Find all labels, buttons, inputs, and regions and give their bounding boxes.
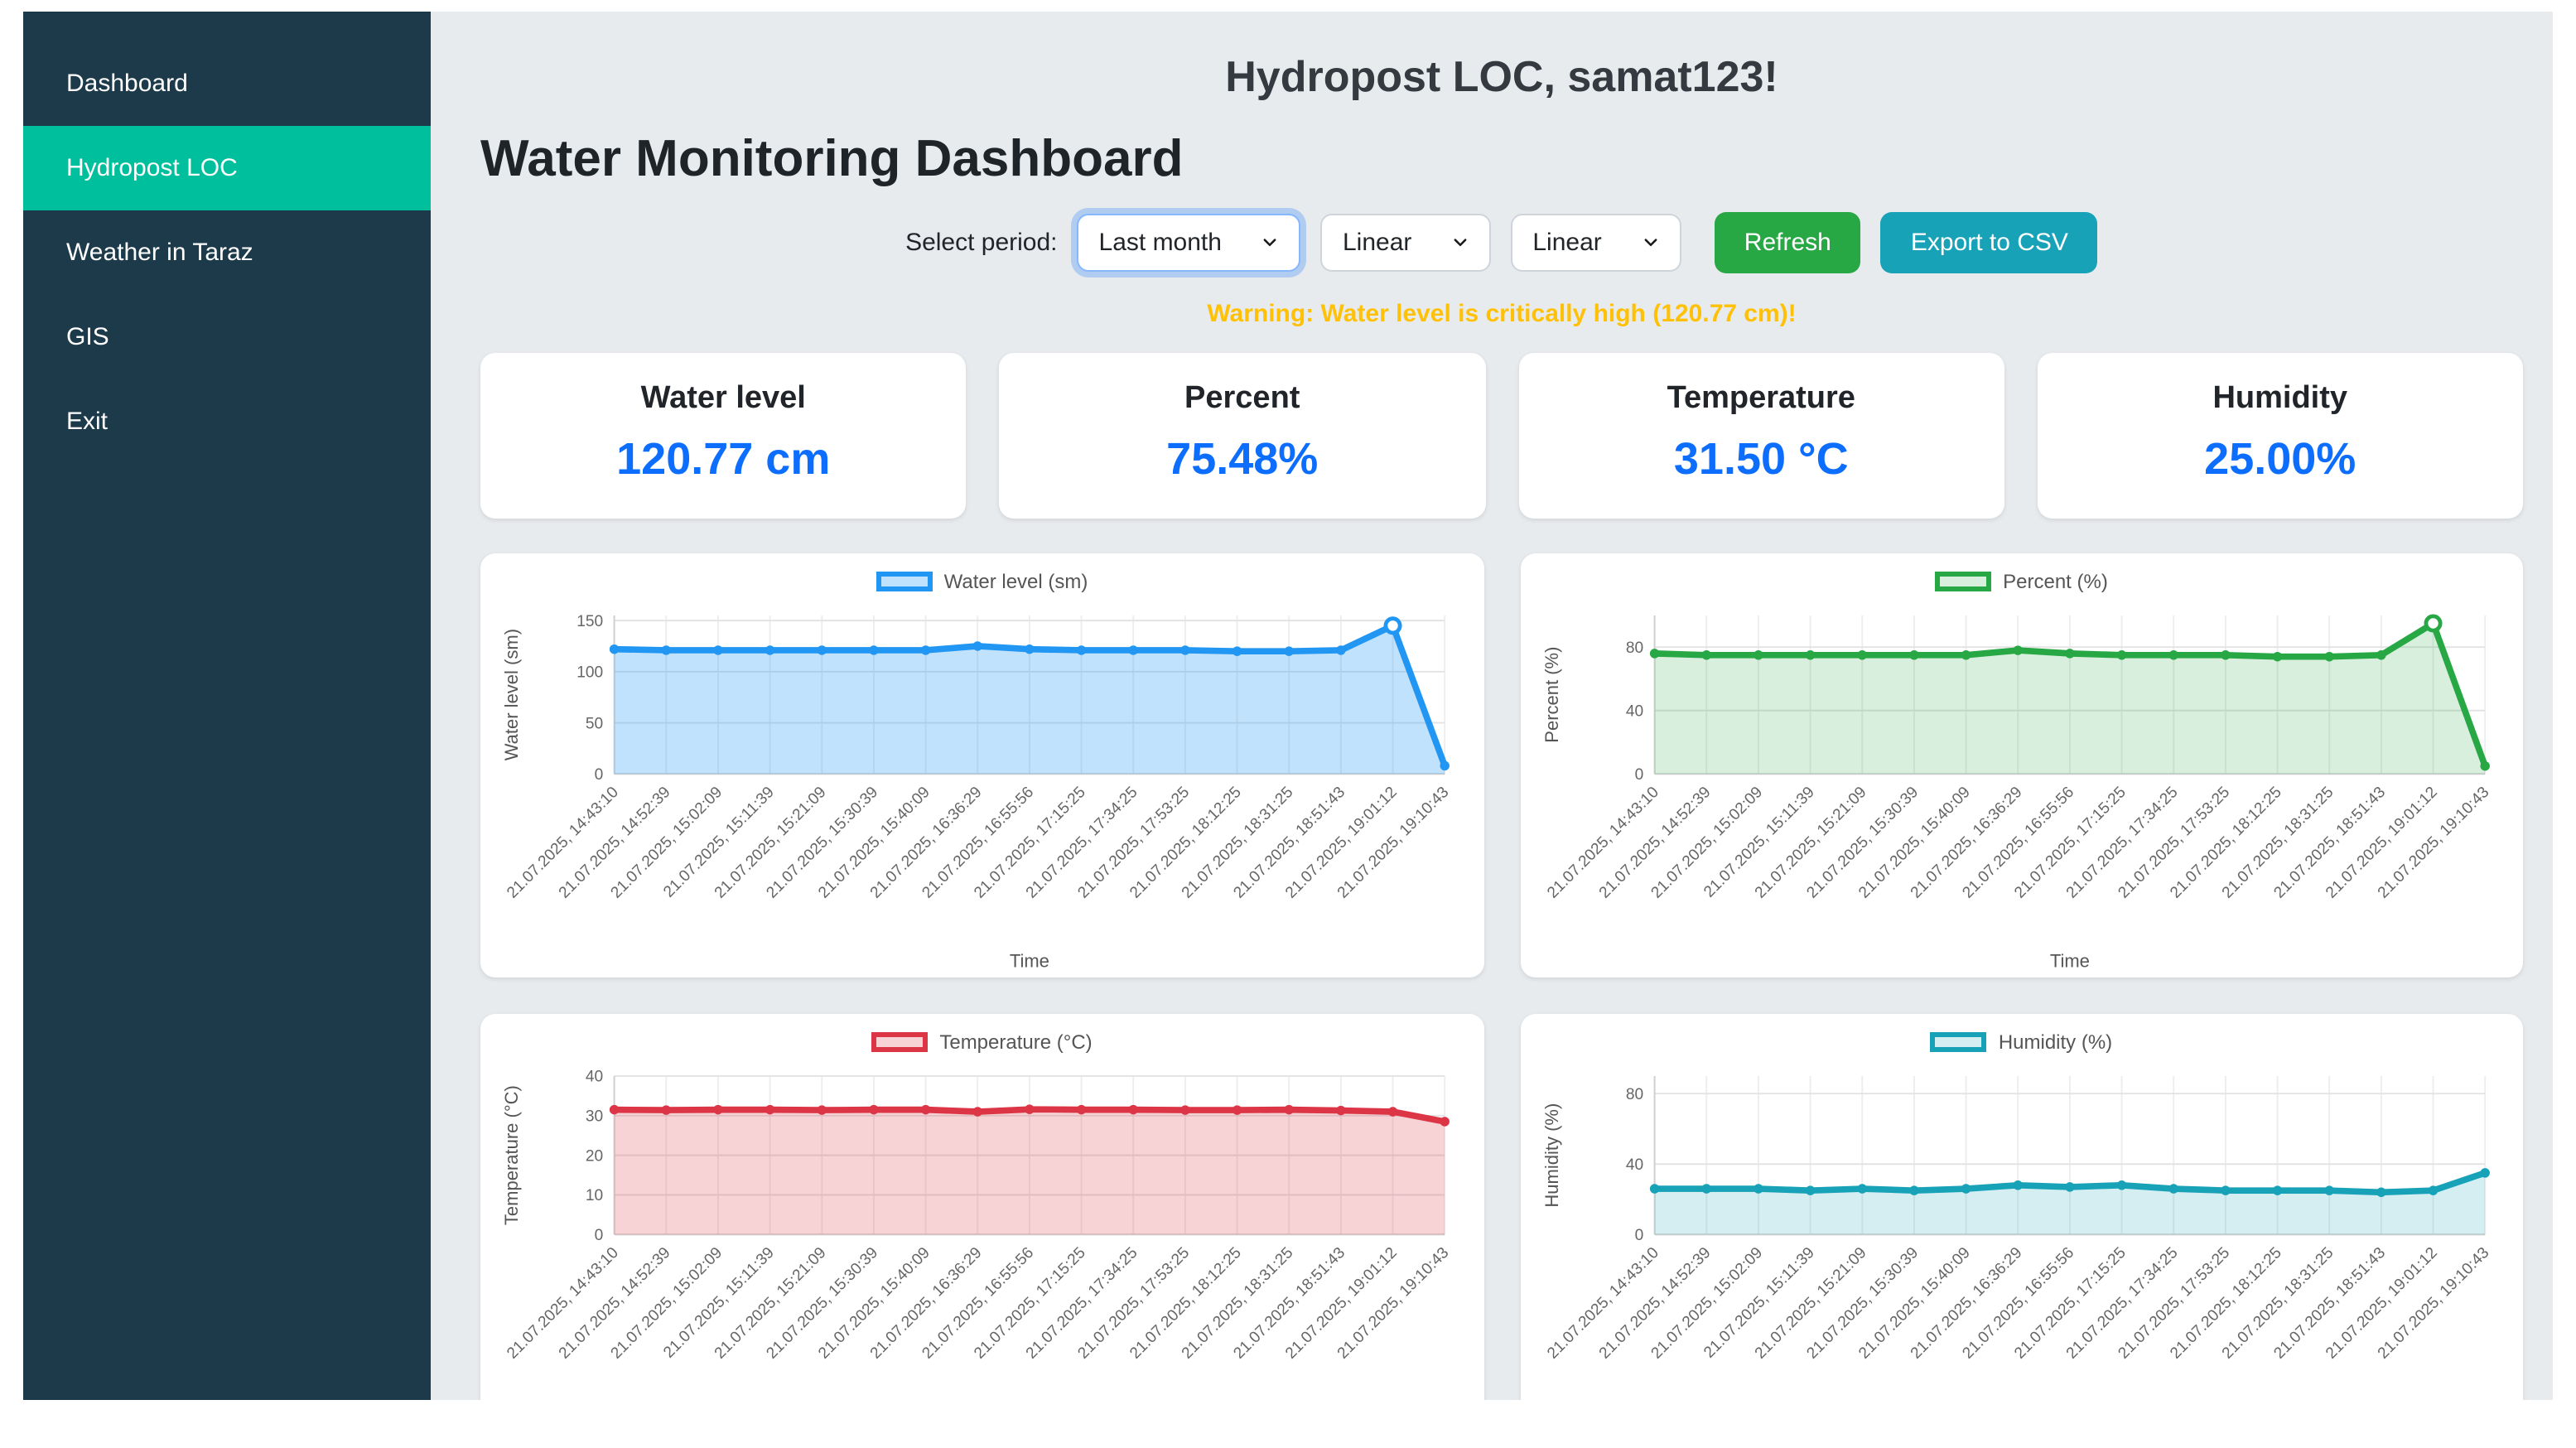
line-chart: 0408021.07.2025, 14:43:1021.07.2025, 14:… <box>1536 596 2506 973</box>
chart-legend[interactable]: Temperature (°C) <box>497 1030 1467 1053</box>
scale-select-2-value: Linear <box>1532 229 1601 257</box>
legend-label: Percent (%) <box>2003 570 2108 593</box>
greeting-title: Hydropost LOC, samat123! <box>480 51 2523 103</box>
sidebar-item-hydropost-loc[interactable]: Hydropost LOC <box>23 126 431 210</box>
svg-text:10: 10 <box>586 1187 603 1204</box>
scale-select-1-value: Linear <box>1343 229 1411 257</box>
charts-grid: Water level (sm) 05010015021.07.2025, 14… <box>480 553 2523 1400</box>
svg-text:80: 80 <box>1625 1085 1643 1103</box>
chart-legend[interactable]: Water level (sm) <box>497 570 1467 593</box>
page-title: Water Monitoring Dashboard <box>480 129 2523 189</box>
scale-select-2[interactable]: Linear <box>1511 214 1681 272</box>
refresh-button[interactable]: Refresh <box>1715 212 1861 273</box>
chart-card-humidity: Humidity (%) 0408021.07.2025, 14:43:1021… <box>1520 1013 2523 1400</box>
legend-label: Temperature (°C) <box>939 1030 1092 1053</box>
stat-card-percent: Percent 75.48% <box>1000 353 1486 519</box>
stat-title: Percent <box>1013 381 1473 418</box>
controls-bar: Select period: Last month Linear Linear <box>480 212 2523 273</box>
export-csv-button[interactable]: Export to CSV <box>1881 212 2098 273</box>
stat-value: 25.00% <box>2051 434 2511 485</box>
svg-text:40: 40 <box>586 1068 603 1085</box>
stat-title: Temperature <box>1532 381 1991 418</box>
svg-text:0: 0 <box>595 766 604 784</box>
scale-select-1[interactable]: Linear <box>1321 214 1491 272</box>
stat-title: Humidity <box>2051 381 2511 418</box>
svg-text:Percent (%): Percent (%) <box>1541 647 1561 743</box>
chevron-down-icon <box>1451 234 1469 252</box>
line-chart: 01020304021.07.2025, 14:43:1021.07.2025,… <box>497 1056 1467 1400</box>
stat-value: 31.50 °C <box>1532 434 1991 485</box>
chart-card-percent: Percent (%) 0408021.07.2025, 14:43:1021.… <box>1520 553 2523 977</box>
stat-value: 120.77 cm <box>494 434 953 485</box>
sidebar-item-weather-in-taraz[interactable]: Weather in Taraz <box>23 210 431 295</box>
legend-swatch <box>1935 572 1991 591</box>
stat-title: Water level <box>494 381 953 418</box>
scale-wrapper: Dashboard Hydropost LOC Weather in Taraz… <box>0 12 2576 1448</box>
main-content: Hydropost LOC, samat123! Water Monitorin… <box>431 12 2553 1400</box>
stat-card-temperature: Temperature 31.50 °C <box>1518 353 2004 519</box>
sidebar-item-gis[interactable]: GIS <box>23 295 431 379</box>
svg-text:100: 100 <box>576 664 603 682</box>
svg-text:0: 0 <box>1634 766 1643 784</box>
stat-card-humidity: Humidity 25.00% <box>2038 353 2524 519</box>
line-chart: 05010015021.07.2025, 14:43:1021.07.2025,… <box>497 596 1467 973</box>
line-chart: 0408021.07.2025, 14:43:1021.07.2025, 14:… <box>1536 1056 2506 1400</box>
sidebar: Dashboard Hydropost LOC Weather in Taraz… <box>23 12 431 1400</box>
warning-message: Warning: Water level is critically high … <box>480 300 2523 328</box>
svg-text:40: 40 <box>1625 702 1643 720</box>
svg-text:150: 150 <box>576 613 603 630</box>
period-select-value: Last month <box>1099 229 1222 257</box>
chevron-down-icon <box>1642 234 1660 252</box>
period-label: Select period: <box>905 229 1057 257</box>
svg-text:30: 30 <box>586 1108 603 1125</box>
legend-swatch <box>871 1031 928 1051</box>
svg-text:Time: Time <box>1010 951 1049 972</box>
stat-card-water-level: Water level 120.77 cm <box>480 353 967 519</box>
svg-text:Temperature (°C): Temperature (°C) <box>501 1085 522 1225</box>
svg-text:Humidity (%): Humidity (%) <box>1541 1103 1561 1207</box>
chart-legend[interactable]: Percent (%) <box>1536 570 2506 593</box>
sidebar-item-dashboard[interactable]: Dashboard <box>23 41 431 126</box>
svg-text:Time: Time <box>2049 951 2089 972</box>
legend-label: Water level (sm) <box>944 570 1088 593</box>
period-select[interactable]: Last month <box>1078 214 1301 272</box>
stat-value: 75.48% <box>1013 434 1473 485</box>
app-window: Dashboard Hydropost LOC Weather in Taraz… <box>23 12 2553 1400</box>
svg-text:80: 80 <box>1625 640 1643 657</box>
stats-row: Water level 120.77 cm Percent 75.48% Tem… <box>480 353 2523 519</box>
svg-text:0: 0 <box>595 1226 604 1243</box>
svg-text:40: 40 <box>1625 1156 1643 1173</box>
svg-text:0: 0 <box>1634 1226 1643 1243</box>
legend-swatch <box>1931 1031 1987 1051</box>
chevron-down-icon <box>1261 234 1280 252</box>
svg-text:50: 50 <box>586 715 603 732</box>
legend-label: Humidity (%) <box>1999 1030 2112 1053</box>
legend-swatch <box>876 572 933 591</box>
chart-legend[interactable]: Humidity (%) <box>1536 1030 2506 1053</box>
chart-card-temperature: Temperature (°C) 01020304021.07.2025, 14… <box>480 1013 1483 1400</box>
chart-card-water-level: Water level (sm) 05010015021.07.2025, 14… <box>480 553 1483 977</box>
sidebar-item-exit[interactable]: Exit <box>23 379 431 464</box>
svg-text:Water level (sm): Water level (sm) <box>501 629 522 760</box>
svg-text:20: 20 <box>586 1147 603 1165</box>
